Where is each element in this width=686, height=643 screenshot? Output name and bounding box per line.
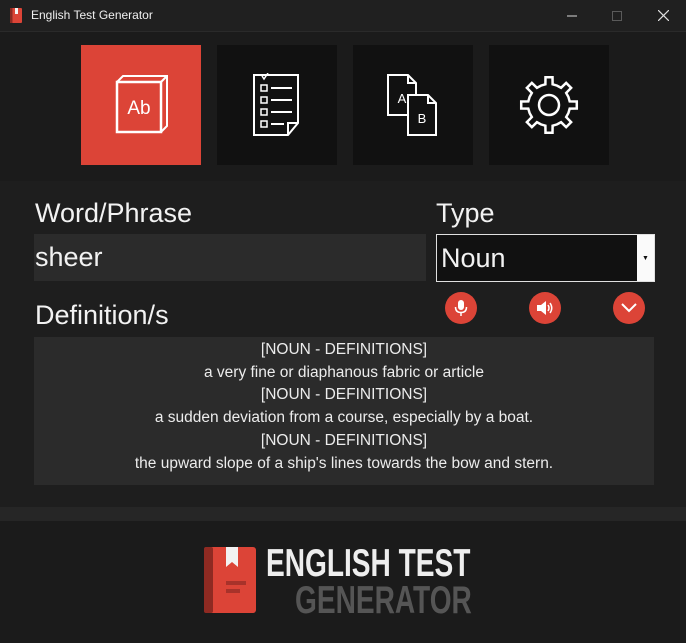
definition-line: a very fine or diaphanous fabric or arti… — [203, 363, 484, 381]
app-book-icon — [10, 8, 22, 23]
dictionary-book-icon: Ab — [115, 75, 168, 134]
word-phrase-input[interactable] — [34, 234, 426, 281]
word-entry-panel: Word/Phrase Type Noun ▼ Definition/s — [0, 181, 686, 507]
pronounce-button[interactable] — [529, 292, 561, 324]
test-checklist-tab-button[interactable] — [217, 45, 337, 165]
settings-gear-icon — [519, 75, 579, 135]
footer-logo-area: ENGLISH TEST GENERATOR — [0, 521, 686, 643]
translate-documents-icon: A B — [387, 74, 437, 136]
svg-text:B: B — [418, 111, 427, 126]
type-select[interactable]: Noun ▼ — [436, 234, 655, 282]
main-toolbar: Ab A B — [0, 32, 686, 180]
window-title: English Test Generator — [31, 8, 153, 22]
expand-button[interactable] — [613, 292, 645, 324]
title-bar: English Test Generator — [0, 0, 686, 32]
logo-book-icon — [204, 547, 256, 613]
definition-line: the upward slope of a ship's lines towar… — [134, 454, 554, 472]
definition-line: [NOUN - DEFINITIONS] — [260, 341, 428, 358]
translate-tab-button[interactable]: A B — [353, 45, 473, 165]
svg-text:A: A — [398, 91, 407, 106]
app-window: English Test Generator Ab A B Word/Phras… — [0, 0, 686, 643]
dropdown-arrow-icon[interactable]: ▼ — [637, 235, 654, 281]
minimize-button[interactable] — [549, 0, 595, 31]
close-icon — [657, 10, 669, 21]
word-phrase-label: Word/Phrase — [35, 198, 193, 228]
svg-text:Ab: Ab — [127, 98, 150, 119]
maximize-icon — [612, 10, 622, 21]
checklist-icon — [253, 73, 299, 136]
logo-title-line2: GENERATOR — [295, 579, 472, 622]
maximize-button[interactable] — [594, 0, 640, 31]
settings-tab-button[interactable] — [489, 45, 609, 165]
section-divider — [0, 507, 686, 521]
definitions-textarea[interactable]: [NOUN - DEFINITIONS] a very fine or diap… — [34, 337, 654, 485]
type-select-value: Noun — [441, 243, 506, 273]
microphone-button[interactable] — [445, 292, 477, 324]
speaker-icon — [537, 301, 553, 315]
definition-line: a sudden deviation from a course, especi… — [154, 409, 534, 427]
dictionary-tab-button[interactable]: Ab — [81, 45, 201, 165]
type-label: Type — [436, 198, 495, 228]
chevron-down-icon — [621, 303, 637, 313]
minimize-icon — [567, 15, 577, 16]
definitions-label: Definition/s — [35, 300, 169, 330]
definition-line: [NOUN - DEFINITIONS] — [260, 386, 428, 404]
close-button[interactable] — [640, 0, 686, 31]
microphone-icon — [454, 300, 468, 316]
definition-line: [NOUN - DEFINITIONS] — [260, 431, 428, 449]
